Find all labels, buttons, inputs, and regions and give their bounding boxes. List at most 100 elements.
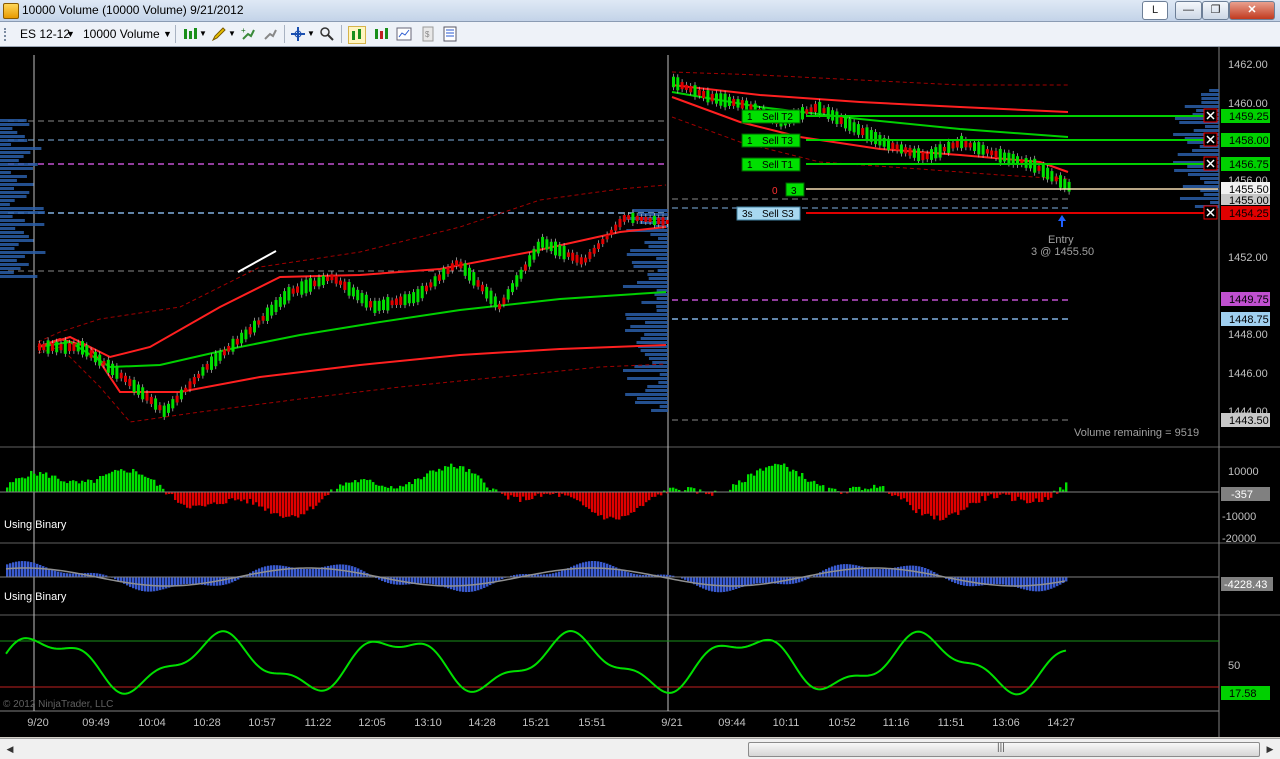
- hist2-bar: [390, 577, 392, 584]
- instrument-selector[interactable]: ES 12-12: [20, 25, 70, 43]
- candle-body: [477, 280, 480, 286]
- hist2-bar: [129, 577, 131, 587]
- volume-profile-bar: [658, 237, 668, 240]
- volume-profile-bar: [641, 349, 668, 352]
- order-t2-label[interactable]: 1 Sell T2: [742, 110, 800, 123]
- minimize-icon[interactable]: —: [1175, 1, 1202, 20]
- hist2-bar: [150, 577, 152, 592]
- chart-trader-icon[interactable]: [348, 26, 366, 44]
- cancel-t1-icon[interactable]: [1204, 157, 1217, 170]
- candle-body: [853, 122, 856, 132]
- hist-bar-up: [135, 471, 137, 492]
- cancel-s3-icon[interactable]: [1204, 206, 1217, 219]
- close-icon[interactable]: ✕: [1229, 1, 1275, 20]
- hist-bar-down: [201, 492, 203, 506]
- hist-bar-up: [129, 473, 131, 492]
- time-axis[interactable]: 9/2009:4910:0410:2810:5711:2212:0513:101…: [27, 717, 1074, 729]
- price-chart[interactable]: 1 Sell T2 1 Sell T3 1 Sell T1 0 3 3s Sel…: [0, 47, 1280, 737]
- volume-profile-bar: [0, 191, 29, 194]
- candle-body: [94, 352, 97, 362]
- hist2-bar: [21, 561, 23, 577]
- hist2-bar: [1065, 577, 1067, 581]
- hist-bar-up: [108, 473, 110, 492]
- candle-body: [969, 143, 972, 148]
- candle-body: [300, 281, 303, 294]
- horizontal-scrollbar[interactable]: ◀ ||| ▶: [0, 738, 1280, 759]
- candle-body: [262, 316, 265, 321]
- hist-bar-up: [360, 479, 362, 492]
- chart-style-icon[interactable]: [182, 26, 198, 42]
- window-layout-icon[interactable]: [442, 26, 458, 42]
- hist2-bar: [582, 562, 584, 577]
- cancel-t3-icon[interactable]: [1204, 133, 1217, 146]
- hist-bar-up: [156, 486, 158, 492]
- hist2-bar: [438, 577, 440, 586]
- hist2-bar: [426, 577, 428, 583]
- order-t3-label[interactable]: 1 Sell T3: [742, 134, 800, 147]
- cancel-t2-icon[interactable]: [1204, 109, 1217, 122]
- volume-profile-bar: [656, 305, 668, 308]
- hist-bar-up: [393, 488, 395, 492]
- chevron-down-icon[interactable]: ▼: [307, 25, 315, 43]
- candle-body: [934, 147, 937, 158]
- scroll-thumb[interactable]: |||: [748, 742, 1260, 757]
- hist-bar-up: [384, 487, 386, 492]
- hist2-bar: [750, 577, 752, 584]
- link-button[interactable]: L: [1142, 1, 1168, 20]
- hist-bar-down: [987, 492, 989, 496]
- order-s3-label[interactable]: 3s Sell S3: [737, 207, 800, 220]
- svg-text:Sell T3: Sell T3: [762, 136, 793, 147]
- hist2-bar: [285, 566, 287, 577]
- candle-body: [244, 330, 247, 340]
- hist-bar-down: [612, 492, 614, 518]
- volume-profile-bar: [657, 309, 668, 312]
- hist-bar-up: [444, 466, 446, 492]
- chevron-down-icon[interactable]: ▼: [228, 25, 236, 43]
- chart-area[interactable]: 1 Sell T2 1 Sell T3 1 Sell T1 0 3 3s Sel…: [0, 47, 1280, 737]
- chevron-down-icon[interactable]: ▼: [163, 25, 172, 43]
- hist-bar-down: [897, 492, 899, 496]
- candle-body: [434, 276, 437, 286]
- hist-bar-down: [321, 492, 323, 499]
- crosshair-icon[interactable]: [290, 26, 306, 42]
- properties-icon[interactable]: [396, 26, 412, 42]
- position-label[interactable]: 0 3: [772, 183, 804, 197]
- candle-body: [361, 293, 364, 303]
- hist-bar-down: [903, 492, 905, 498]
- hist2-bar: [51, 570, 53, 577]
- candle-body: [494, 296, 497, 307]
- bars-icon[interactable]: [373, 26, 389, 42]
- candle-body: [498, 304, 501, 309]
- candle-body: [515, 275, 518, 286]
- chevron-down-icon[interactable]: ▼: [66, 25, 75, 43]
- hist-bar-down: [270, 492, 272, 514]
- strategy-icon[interactable]: [262, 26, 278, 42]
- candle-body: [421, 286, 424, 298]
- volume-profile-bar: [0, 243, 19, 246]
- hist-bar-down: [984, 492, 986, 501]
- candle-body: [382, 300, 385, 310]
- hist-bar-down: [558, 492, 560, 497]
- restore-icon[interactable]: ❐: [1202, 1, 1229, 20]
- hist-bar-up: [408, 482, 410, 492]
- chevron-down-icon[interactable]: ▼: [199, 25, 207, 43]
- hist-bar-up: [348, 483, 350, 492]
- add-indicator-icon[interactable]: +: [240, 26, 256, 42]
- hist-bar-up: [771, 466, 773, 492]
- price-axis[interactable]: 1462.00 1460.00 1456.00 1452.00 1448.00 …: [1221, 59, 1270, 427]
- volume-profile-bar: [637, 281, 668, 284]
- volume-profile-bar: [652, 361, 668, 364]
- order-t1-label[interactable]: 1 Sell T1: [742, 158, 800, 171]
- hist-bar-down: [300, 492, 302, 514]
- data-box-icon[interactable]: $: [420, 26, 436, 42]
- scroll-right-icon[interactable]: ▶: [1263, 742, 1277, 756]
- zoom-icon[interactable]: [319, 26, 335, 42]
- hist2-bar: [1032, 577, 1034, 591]
- scroll-left-icon[interactable]: ◀: [3, 742, 17, 756]
- hist-bar-down: [318, 492, 320, 503]
- candle-body: [369, 301, 372, 307]
- volume-profile-bar: [623, 369, 668, 372]
- volume-profile-bar: [1201, 101, 1219, 104]
- period-selector[interactable]: 10000 Volume: [83, 25, 160, 43]
- pencil-icon[interactable]: [211, 26, 227, 42]
